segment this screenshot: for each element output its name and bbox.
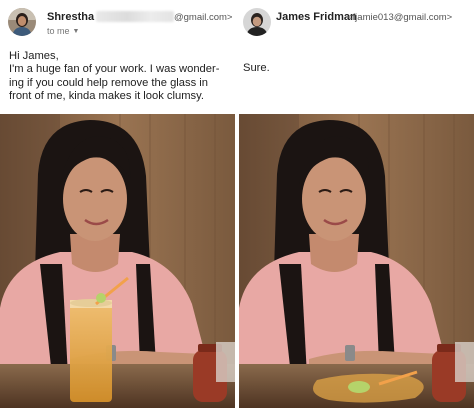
sender-avatar-icon[interactable] bbox=[8, 8, 36, 36]
message-body: Sure. bbox=[243, 62, 468, 75]
redacted-email-blur bbox=[96, 11, 174, 22]
message-line: front of me, kinda makes it look clumsy. bbox=[9, 89, 205, 102]
message-line: Hi James, bbox=[9, 50, 59, 62]
message-line: I'm a huge fan of your work. I was wonde… bbox=[9, 63, 220, 76]
recipient-label: to me bbox=[47, 26, 70, 36]
sender-name: James Fridman bbox=[276, 11, 357, 23]
original-photo bbox=[0, 114, 235, 408]
message-line: Sure. bbox=[243, 62, 270, 74]
message-body: Hi James, I'm a huge fan of your work. I… bbox=[9, 50, 234, 103]
sender-name: Shrestha bbox=[47, 11, 95, 23]
chevron-down-icon: ▼ bbox=[72, 28, 80, 35]
sender-avatar-icon[interactable] bbox=[243, 8, 271, 36]
sender-email: @gmail.com> bbox=[174, 12, 233, 23]
left-email-panel: Shrestha @gmail.com> to me ▼ Hi James, I'… bbox=[0, 0, 235, 408]
edited-photo bbox=[239, 114, 474, 408]
recipient-toggle[interactable]: to me ▼ bbox=[47, 26, 79, 36]
email-header: Shrestha @gmail.com> to me ▼ bbox=[0, 0, 235, 40]
sender-email: <fjamie013@gmail.com> bbox=[347, 12, 453, 23]
right-email-panel: James Fridman <fjamie013@gmail.com> Sure… bbox=[239, 0, 474, 408]
email-header: James Fridman <fjamie013@gmail.com> bbox=[239, 0, 474, 40]
message-line: ing if you could help remove the glass i… bbox=[9, 76, 209, 89]
